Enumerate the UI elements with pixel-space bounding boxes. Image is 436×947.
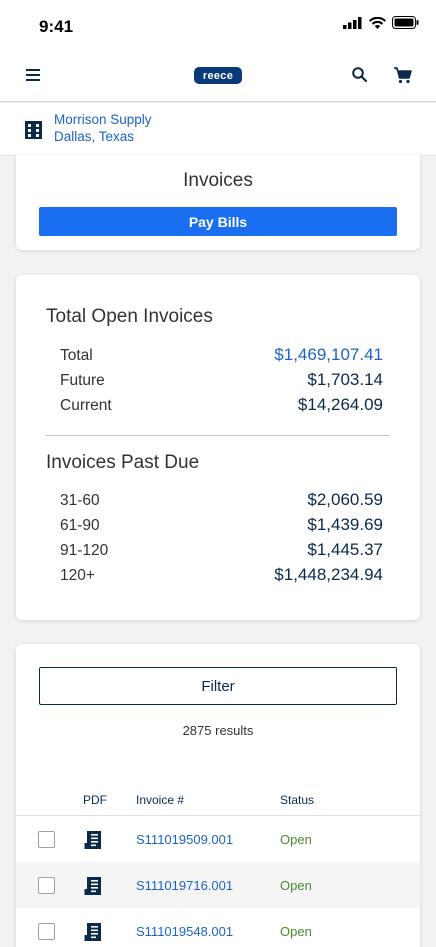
open-total-row: Total $1,469,107.41 — [60, 345, 383, 367]
menu-icon[interactable] — [26, 69, 40, 81]
open-total-value[interactable]: $1,469,107.41 — [274, 345, 383, 365]
past-due-value: $1,448,234.94 — [274, 565, 383, 584]
table-row: S111019716.001 Open — [16, 862, 420, 908]
invoice-summary-card: Total Open Invoices Total $1,469,107.41 … — [16, 275, 420, 620]
section-divider — [46, 435, 390, 436]
past-due-label: 61-90 — [60, 517, 100, 534]
table-row: S111019509.001 Open — [16, 816, 420, 862]
row-checkbox[interactable] — [38, 923, 55, 940]
pdf-document-icon[interactable] — [84, 922, 104, 942]
app-header: reece — [0, 50, 436, 102]
invoice-status: Open — [280, 878, 312, 893]
open-total-label: Total — [60, 347, 93, 364]
past-due-row: 31-60 $2,060.59 — [60, 490, 383, 512]
open-future-row: Future $1,703.14 — [60, 370, 383, 392]
pdf-document-icon[interactable] — [84, 876, 104, 896]
invoice-number-link[interactable]: S111019548.001 — [136, 924, 233, 939]
wifi-icon — [369, 16, 386, 29]
table-row: S111019548.001 Open — [16, 908, 420, 947]
invoice-status: Open — [280, 832, 312, 847]
invoices-title: Invoices — [183, 170, 253, 191]
open-future-value: $1,703.14 — [307, 370, 383, 389]
location-name[interactable]: Morrison Supply — [54, 112, 152, 127]
reece-logo[interactable]: reece — [194, 67, 242, 84]
past-due-row: 61-90 $1,439.69 — [60, 515, 383, 537]
invoice-number-link[interactable]: S111019716.001 — [136, 878, 233, 893]
past-due-value: $2,060.59 — [307, 490, 383, 509]
open-future-label: Future — [60, 372, 105, 389]
past-due-label: 120+ — [60, 567, 95, 584]
invoice-number-link[interactable]: S111019509.001 — [136, 832, 233, 847]
past-due-row: 120+ $1,448,234.94 — [60, 565, 383, 587]
column-header-status[interactable]: Status — [280, 793, 314, 807]
column-header-pdf: PDF — [83, 793, 107, 807]
past-due-row: 91-120 $1,445.37 — [60, 540, 383, 562]
results-count: 2875 results — [182, 723, 254, 738]
open-current-label: Current — [60, 397, 112, 414]
invoices-card: Invoices Pay Bills — [16, 155, 420, 250]
past-due-label: 91-120 — [60, 542, 109, 559]
filter-button[interactable]: Filter — [39, 667, 397, 705]
cart-icon[interactable] — [393, 65, 413, 85]
building-icon — [25, 121, 42, 139]
location-city[interactable]: Dallas, Texas — [54, 129, 134, 144]
past-due-label: 31-60 — [60, 492, 100, 509]
status-icons — [343, 16, 419, 29]
location-selector[interactable]: Morrison Supply Dallas, Texas — [0, 103, 436, 156]
pay-bills-button[interactable]: Pay Bills — [39, 207, 397, 236]
battery-icon — [392, 16, 419, 29]
status-bar: 9:41 — [0, 0, 436, 50]
past-due-value: $1,445.37 — [307, 540, 383, 559]
row-checkbox[interactable] — [38, 831, 55, 848]
open-current-value: $14,264.09 — [297, 395, 383, 414]
pdf-document-icon[interactable] — [84, 830, 104, 850]
past-due-value: $1,439.69 — [307, 515, 383, 534]
signal-icon — [343, 16, 362, 29]
row-checkbox[interactable] — [38, 877, 55, 894]
invoice-list-card: Filter 2875 results PDF Invoice # Status… — [16, 644, 420, 947]
invoices-past-due-heading: Invoices Past Due — [46, 452, 200, 473]
column-header-invoice[interactable]: Invoice # — [136, 793, 184, 807]
open-current-row: Current $14,264.09 — [60, 395, 383, 417]
invoice-status: Open — [280, 924, 312, 939]
status-time: 9:41 — [39, 17, 74, 36]
search-icon[interactable] — [351, 66, 369, 84]
total-open-invoices-heading: Total Open Invoices — [46, 306, 213, 327]
